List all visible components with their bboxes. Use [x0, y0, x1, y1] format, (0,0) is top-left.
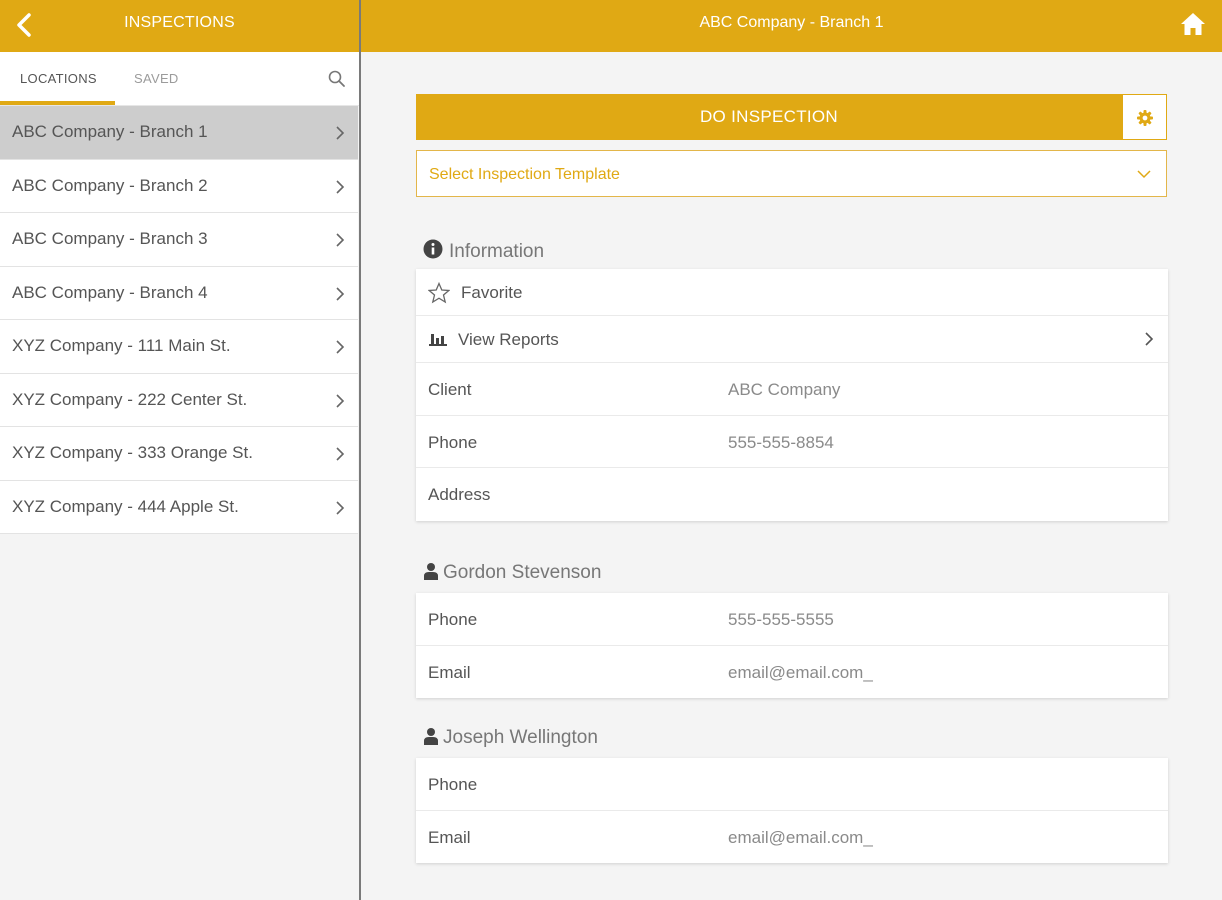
location-item[interactable]: ABC Company - Branch 1 [0, 106, 358, 160]
location-label: XYZ Company - 333 Orange St. [12, 443, 253, 462]
location-label: ABC Company - Branch 3 [12, 229, 208, 248]
panel-title: INSPECTIONS [124, 14, 235, 31]
chevron-right-icon [336, 179, 345, 194]
chevron-right-icon [336, 233, 345, 247]
contact-phone-row: Phone 555-555-5555 [416, 593, 1168, 646]
contact-email-label: Email [428, 827, 471, 847]
tab-locations[interactable]: LOCATIONS [20, 71, 97, 86]
favorite-label: Favorite [461, 283, 523, 302]
information-heading-text: Information [449, 241, 545, 262]
location-item[interactable]: ABC Company - Branch 3 [0, 213, 358, 267]
contact-email-row: Email email@email.com_ [416, 811, 1168, 864]
location-list: ABC Company - Branch 1 ABC Company - Bra… [0, 106, 358, 534]
phone-label: Phone [428, 432, 478, 452]
chevron-down-icon [1137, 170, 1151, 179]
view-reports-label: View Reports [458, 330, 559, 349]
location-item[interactable]: XYZ Company - 222 Center St. [0, 373, 358, 427]
contact-phone-value[interactable]: 555-555-5555 [728, 610, 834, 630]
chevron-right-icon [1145, 332, 1154, 346]
contact-name: Gordon Stevenson [443, 562, 602, 583]
contact-email-row: Email email@email.com_ [416, 646, 1168, 699]
contact-phone-label: Phone [428, 610, 478, 629]
favorite-row[interactable]: Favorite [416, 269, 1168, 316]
bar-chart-icon [429, 334, 447, 346]
location-label: XYZ Company - 222 Center St. [12, 389, 248, 409]
home-button[interactable] [1180, 11, 1206, 37]
home-icon [1181, 13, 1205, 35]
location-item[interactable]: XYZ Company - 444 Apple St. [0, 480, 358, 534]
view-reports-row[interactable]: View Reports [416, 316, 1168, 363]
tab-saved[interactable]: SAVED [134, 71, 179, 86]
location-label: XYZ Company - 444 Apple St. [12, 496, 239, 516]
contact-heading: Gordon Stevenson [423, 562, 601, 584]
address-row: Address [416, 468, 1168, 521]
location-label: ABC Company - Branch 2 [12, 175, 208, 195]
client-row: Client ABC Company [416, 363, 1168, 416]
left-header: INSPECTIONS [0, 0, 359, 52]
contact-email-value[interactable]: email@email.com_ [728, 663, 873, 683]
phone-value[interactable]: 555-555-8854 [728, 433, 834, 453]
detail-header: ABC Company - Branch 1 [361, 0, 1222, 52]
contact-email-label: Email [428, 662, 471, 682]
chevron-right-icon [336, 447, 345, 461]
star-icon [428, 282, 450, 304]
contact-email-value[interactable]: email@email.com_ [728, 828, 873, 848]
do-inspection-button[interactable]: DO INSPECTION [416, 94, 1122, 140]
location-item[interactable]: XYZ Company - 111 Main St. [0, 320, 358, 374]
client-label: Client [428, 380, 472, 399]
inspection-settings-button[interactable] [1122, 94, 1167, 140]
location-item[interactable]: XYZ Company - 333 Orange St. [0, 427, 358, 481]
client-value: ABC Company [728, 380, 841, 399]
template-placeholder: Select Inspection Template [429, 166, 620, 183]
chevron-right-icon [336, 340, 345, 354]
location-label: ABC Company - Branch 1 [12, 122, 208, 141]
contact-heading: Joseph Wellington [423, 727, 598, 749]
contact-phone-row: Phone [416, 758, 1168, 811]
location-item[interactable]: ABC Company - Branch 4 [0, 266, 358, 320]
contact-phone-label: Phone [428, 775, 478, 794]
location-label: XYZ Company - 111 Main St. [12, 336, 231, 355]
address-label: Address [428, 485, 491, 504]
chevron-right-icon [336, 500, 345, 515]
phone-row: Phone 555-555-8854 [416, 416, 1168, 468]
search-button[interactable] [327, 69, 347, 89]
chevron-right-icon [336, 126, 345, 140]
active-tab-indicator [0, 101, 115, 105]
detail-title: ABC Company - Branch 1 [699, 14, 884, 31]
contact-name: Joseph Wellington [443, 727, 598, 748]
contact-card: Phone Email email@email.com_ [416, 758, 1168, 863]
inspection-template-select[interactable]: Select Inspection Template [416, 150, 1167, 197]
panel-divider [359, 0, 361, 900]
contact-card: Phone 555-555-5555 Email email@email.com… [416, 593, 1168, 698]
location-item[interactable]: ABC Company - Branch 2 [0, 159, 358, 213]
chevron-right-icon [336, 393, 345, 408]
chevron-right-icon [336, 286, 345, 301]
person-icon [424, 563, 438, 580]
location-label: ABC Company - Branch 4 [12, 282, 208, 302]
search-icon [328, 70, 345, 87]
information-heading: Information [423, 239, 544, 263]
tab-bar: LOCATIONS SAVED [0, 52, 359, 106]
locations-panel: INSPECTIONS LOCATIONS SAVED ABC Company … [0, 0, 359, 900]
info-icon [423, 239, 443, 259]
gear-icon [1137, 110, 1153, 126]
person-icon [424, 728, 438, 745]
information-card: Favorite View Reports Client ABC Company… [416, 269, 1168, 521]
